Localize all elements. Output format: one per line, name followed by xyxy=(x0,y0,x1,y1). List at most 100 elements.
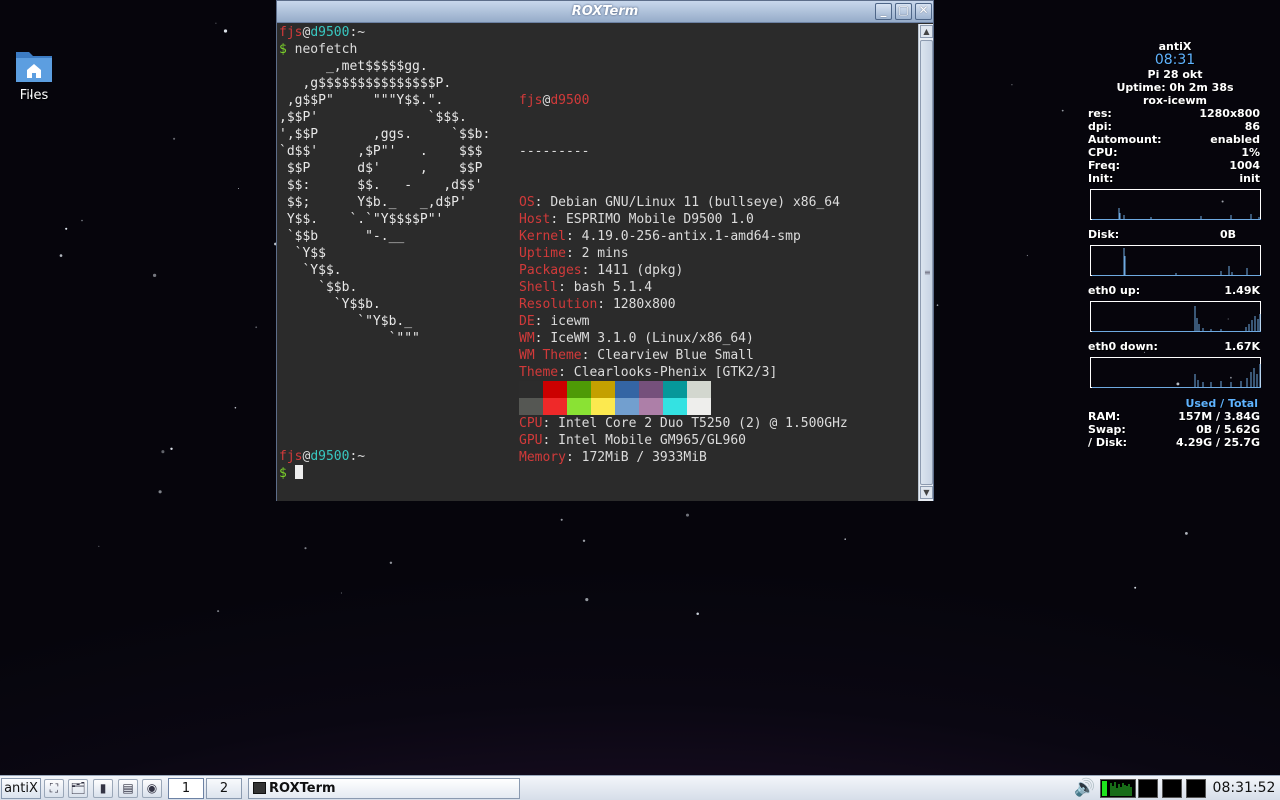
info-key: WM Theme xyxy=(519,348,582,363)
conky-stat-value: 0B / 5.62G xyxy=(1196,423,1260,436)
conky-stat-label: Init: xyxy=(1088,172,1114,185)
conky-session: rox-icewm xyxy=(1142,94,1208,107)
logo-line: ,$$P' `$$$. xyxy=(279,110,467,125)
terminal-app-icon xyxy=(253,782,266,794)
input-line[interactable]: $ xyxy=(279,465,303,482)
roxterm-window[interactable]: ROXTerm _ ▢ ✕ fjs@d9500:~ $ neofetch _,m… xyxy=(276,0,934,501)
info-row: GPU: Intel Mobile GM965/GL960 xyxy=(519,433,746,448)
terminal-area[interactable]: fjs@d9500:~ $ neofetch _,met$$$$$gg. ,g$… xyxy=(277,24,918,501)
conky-stat-label: / Disk: xyxy=(1088,436,1128,449)
conky-stat-label: Automount: xyxy=(1088,133,1162,146)
palette-swatch xyxy=(687,398,711,415)
logo-line: `$$b. xyxy=(279,280,358,295)
info-value: Intel Mobile GM965/GL960 xyxy=(558,433,746,448)
conky-stat-row: Automount: enabled xyxy=(1088,133,1262,146)
conky-stat-row: dpi: 86 xyxy=(1088,120,1262,133)
info-key: Kernel xyxy=(519,229,566,244)
files-desktop-label: Files xyxy=(19,88,49,103)
conky-stat-row: Swap: 0B / 5.62G xyxy=(1088,423,1262,436)
archive-launcher-button[interactable]: ▤ xyxy=(118,779,138,798)
minimize-icon: _ xyxy=(880,3,887,17)
cpu-graph xyxy=(1090,189,1261,220)
logo-line: `"Y$b._ xyxy=(279,314,413,329)
info-key: OS xyxy=(519,195,535,210)
info-value: Debian GNU/Linux 11 (bullseye) x86_64 xyxy=(550,195,840,210)
conky-time: 08:31 xyxy=(1154,52,1196,68)
palette-swatch xyxy=(519,381,543,398)
palette-swatch xyxy=(567,398,591,415)
window-title: ROXTerm xyxy=(571,4,639,19)
info-key: GPU xyxy=(519,433,543,448)
info-value: 1411 (dpkg) xyxy=(597,263,684,278)
prompt-line-2: fjs@d9500:~ xyxy=(279,449,366,464)
palette-swatch xyxy=(615,381,639,398)
start-menu-button[interactable]: antiX xyxy=(1,778,41,799)
network-monitor-1-icon[interactable] xyxy=(1138,779,1158,798)
network-monitor-3-icon[interactable] xyxy=(1186,779,1206,798)
conky-stat-value: 1280x800 xyxy=(1199,107,1260,120)
cpu-monitor-icon[interactable] xyxy=(1100,779,1136,798)
info-row: Packages: 1411 (dpkg) xyxy=(519,263,684,278)
scroll-up-icon[interactable]: ▲ xyxy=(920,25,933,38)
info-value: 172MiB / 3933MiB xyxy=(581,450,707,465)
logo-line: ,g$$P" """Y$$.". xyxy=(279,93,444,108)
terminal-scrollbar[interactable]: ▲ ≡ ▼ xyxy=(918,24,933,501)
workspace-2-button[interactable]: 2 xyxy=(206,778,242,799)
scroll-down-icon[interactable]: ▼ xyxy=(920,486,933,499)
info-row: OS: Debian GNU/Linux 11 (bullseye) x86_6… xyxy=(519,195,840,210)
info-key: Theme xyxy=(519,365,559,380)
logo-line: `$$b "-.__ xyxy=(279,229,405,244)
maximize-button[interactable]: ▢ xyxy=(895,3,912,20)
info-key: Host xyxy=(519,212,551,227)
volume-icon[interactable]: 🔊 xyxy=(1074,779,1095,798)
logo-line: Y$$. `.`"Y$$$$P"' xyxy=(279,212,444,227)
scroll-thumb[interactable]: ≡ xyxy=(920,40,933,485)
info-row: Theme: Clearlooks-Phenix [GTK2/3] xyxy=(519,365,778,380)
maximize-icon: ▢ xyxy=(897,3,910,17)
file-manager-button[interactable]: 🗂 xyxy=(68,779,88,798)
info-row: Uptime: 2 mins xyxy=(519,246,629,261)
info-value: ESPRIMO Mobile D9500 1.0 xyxy=(565,212,754,227)
info-row: Memory: 172MiB / 3933MiB xyxy=(519,450,707,465)
logo-line: _,met$$$$$gg. xyxy=(279,59,428,74)
neofetch-info: fjs@d9500 --------- OS: Debian GNU/Linux… xyxy=(519,58,848,500)
network-monitor-2-icon[interactable] xyxy=(1162,779,1182,798)
info-row: Host: ESPRIMO Mobile D9500 1.0 xyxy=(519,212,754,227)
folder-home-icon xyxy=(16,52,52,82)
info-value: bash 5.1.4 xyxy=(573,280,653,295)
close-button[interactable]: ✕ xyxy=(915,3,932,20)
info-key: Uptime xyxy=(519,246,566,261)
info-row: Kernel: 4.19.0-256-antix.1-amd64-smp xyxy=(519,229,801,244)
palette-swatch xyxy=(639,381,663,398)
eth-up-graph xyxy=(1090,301,1261,332)
info-key: Packages xyxy=(519,263,582,278)
conky-stat-label: CPU: xyxy=(1088,146,1118,159)
show-desktop-button[interactable]: ⛶ xyxy=(44,779,64,798)
minimize-button[interactable]: _ xyxy=(875,3,892,20)
files-desktop-icon[interactable]: Files xyxy=(8,46,60,103)
taskbar-clock[interactable]: 08:31:52 xyxy=(1210,778,1278,799)
web-browser-icon: ◉ xyxy=(146,781,158,795)
logo-line: $$; Y$b._ _,d$P' xyxy=(279,195,467,210)
taskbar: antiX ⛶ 🗂 ▮ ▤ ◉ 1 2 ROXTerm 🔊 08:31:52 xyxy=(0,775,1280,800)
logo-line: ,g$$$$$$$$$$$$$$$P. xyxy=(279,76,452,91)
info-value: Clearlooks-Phenix [GTK2/3] xyxy=(573,365,778,380)
window-titlebar[interactable]: ROXTerm _ ▢ ✕ xyxy=(277,1,933,23)
conky-stat-value: 1% xyxy=(1241,146,1260,159)
palette-swatch xyxy=(639,398,663,415)
conky-stat-label: Freq: xyxy=(1088,159,1120,172)
archive-icon: ▤ xyxy=(122,781,134,795)
conky-stat-value: 86 xyxy=(1244,120,1260,133)
terminal-launcher-icon: ▮ xyxy=(99,781,107,795)
palette-swatch xyxy=(687,381,711,398)
info-key: Resolution xyxy=(519,297,598,312)
close-icon: ✕ xyxy=(918,3,929,17)
web-browser-button[interactable]: ◉ xyxy=(142,779,162,798)
usage-header: Used / Total xyxy=(1185,397,1258,410)
terminal-launcher-button[interactable]: ▮ xyxy=(93,779,113,798)
taskbar-roxterm-task[interactable]: ROXTerm xyxy=(248,778,520,799)
workspace-1-button[interactable]: 1 xyxy=(168,778,204,799)
eth-down-graph xyxy=(1090,357,1261,388)
palette-swatch xyxy=(663,381,687,398)
logo-line: `Y$$ xyxy=(279,246,326,261)
